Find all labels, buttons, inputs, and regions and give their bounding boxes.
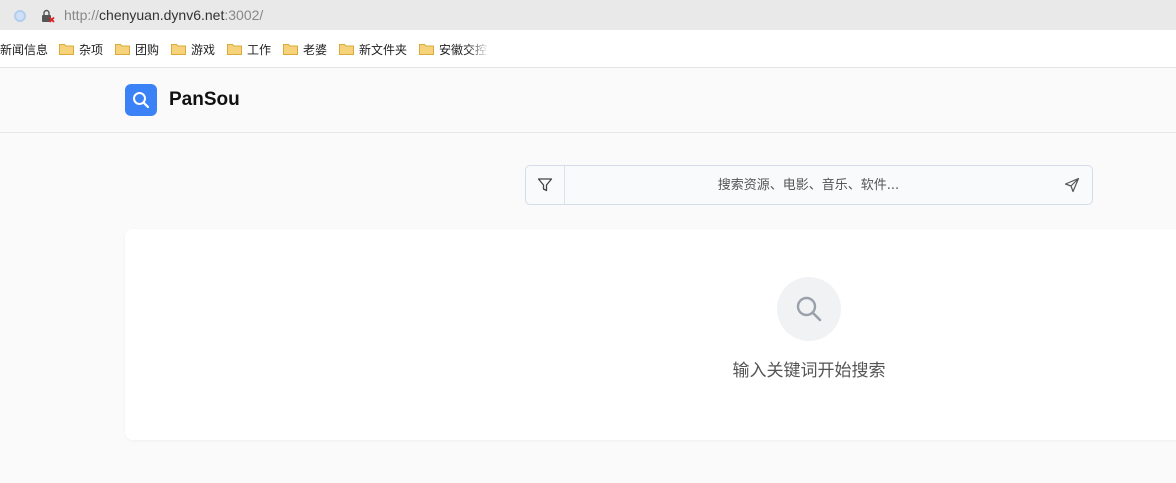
bookmark-item[interactable]: 新闻信息	[0, 41, 48, 57]
send-icon	[1064, 177, 1080, 193]
search-icon	[133, 92, 150, 109]
bookmark-label: 团购	[135, 42, 160, 57]
bookmark-label: 杂项	[79, 42, 104, 57]
bookmark-folder[interactable]: 游戏	[171, 41, 215, 57]
bookmark-folder[interactable]: 新文件夹	[339, 41, 407, 57]
results-panel: 输入关键词开始搜索	[125, 229, 1176, 440]
bookmark-folder[interactable]: 安徽交控	[419, 41, 489, 57]
search-submit-button[interactable]	[1052, 166, 1092, 204]
folder-icon	[171, 44, 186, 55]
folder-icon	[283, 44, 298, 55]
logo[interactable]	[125, 84, 157, 116]
bookmark-folder[interactable]: 工作	[227, 41, 271, 57]
filter-button[interactable]	[526, 166, 565, 204]
site-info-icon[interactable]	[14, 10, 26, 22]
url-host: chenyuan.dynv6.net	[99, 7, 225, 23]
folder-icon	[419, 44, 434, 55]
filter-icon	[537, 178, 553, 192]
bookmark-label: 工作	[247, 42, 272, 57]
url-protocol: http://	[64, 7, 100, 23]
bookmark-label: 老婆	[303, 42, 328, 57]
app-header: PanSou	[0, 68, 1176, 133]
url-port: :3002/	[224, 7, 264, 23]
folder-icon	[227, 44, 242, 55]
brand-name[interactable]: PanSou	[169, 88, 240, 112]
search-icon	[796, 296, 822, 322]
search-bar	[525, 165, 1093, 205]
empty-state-message: 输入关键词开始搜索	[732, 361, 886, 381]
bookmarks-bar: 新闻信息 杂项 团购 游戏 工作 老婆 新文件夹 安徽交控	[0, 30, 1176, 68]
folder-icon	[59, 44, 74, 55]
folder-icon	[339, 44, 354, 55]
browser-url-bar[interactable]: http://chenyuan.dynv6.net:3002/	[0, 0, 1176, 30]
bookmark-folder[interactable]: 团购	[115, 41, 159, 57]
bookmark-label: 新闻信息	[0, 42, 49, 57]
bookmark-folder[interactable]: 杂项	[59, 41, 103, 57]
bookmark-label: 新文件夹	[359, 42, 408, 57]
empty-state-icon-wrap	[777, 277, 841, 341]
insecure-lock-icon[interactable]	[41, 9, 55, 23]
folder-icon	[115, 44, 130, 55]
url-text[interactable]: http://chenyuan.dynv6.net:3002/	[64, 7, 263, 23]
search-input[interactable]	[565, 166, 1052, 204]
bookmark-label: 游戏	[191, 42, 216, 57]
bookmark-folder[interactable]: 老婆	[283, 41, 327, 57]
bookmark-label: 安徽交控	[439, 42, 488, 57]
